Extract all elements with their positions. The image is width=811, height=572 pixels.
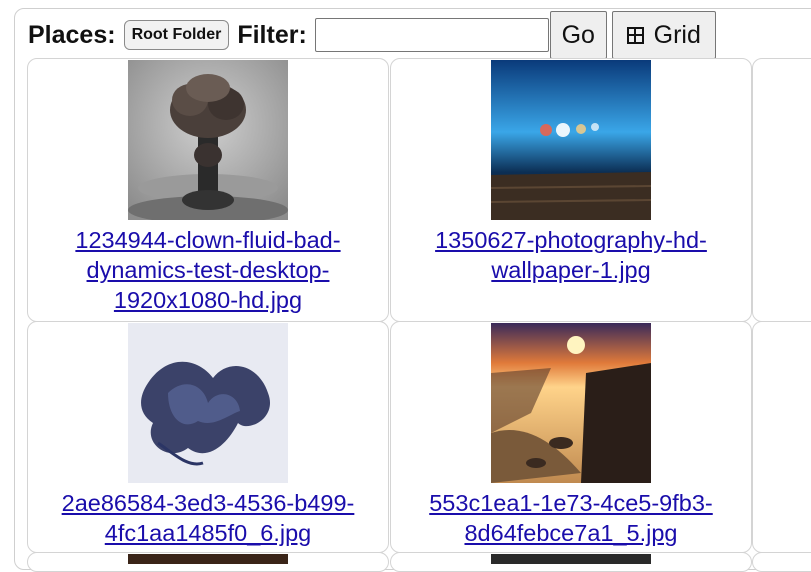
file-thumbnail[interactable]: [128, 554, 288, 564]
file-card[interactable]: [752, 321, 811, 553]
file-name-link[interactable]: 2ae86584-3ed3-4536-b499-4fc1aa1485f0_6.j…: [34, 488, 382, 548]
file-card[interactable]: [752, 58, 811, 322]
grid-view-button[interactable]: Grid: [611, 11, 716, 59]
file-thumbnail[interactable]: [491, 554, 651, 564]
go-button[interactable]: Go: [549, 11, 607, 59]
file-card[interactable]: [27, 552, 389, 572]
file-card[interactable]: 1350627-photography-hd-wallpaper-1.jpg: [390, 58, 752, 322]
file-card[interactable]: 553c1ea1-1e73-4ce5-9fb3-8d64febce7a1_5.j…: [390, 321, 752, 553]
filter-label: Filter:: [237, 20, 307, 49]
file-name-link[interactable]: 553c1ea1-1e73-4ce5-9fb3-8d64febce7a1_5.j…: [397, 488, 745, 548]
file-card[interactable]: 2ae86584-3ed3-4536-b499-4fc1aa1485f0_6.j…: [27, 321, 389, 553]
places-label: Places:: [28, 20, 116, 49]
root-folder-button[interactable]: Root Folder: [123, 20, 230, 50]
file-card[interactable]: 1234944-clown-fluid-bad-dynamics-test-de…: [27, 58, 389, 322]
file-name-link[interactable]: 1350627-photography-hd-wallpaper-1.jpg: [397, 225, 745, 285]
file-thumbnail[interactable]: [491, 323, 651, 483]
file-thumbnail[interactable]: [491, 60, 651, 220]
filter-input[interactable]: [314, 18, 549, 52]
file-card[interactable]: [752, 552, 811, 572]
toolbar: Places: Root Folder Filter: Go Grid: [28, 11, 716, 59]
grid-icon: [626, 26, 644, 44]
file-card[interactable]: [390, 552, 752, 572]
file-name-link[interactable]: 1234944-clown-fluid-bad-dynamics-test-de…: [34, 225, 382, 315]
grid-button-label: Grid: [653, 20, 701, 49]
file-thumbnail[interactable]: [128, 323, 288, 483]
file-thumbnail[interactable]: [128, 60, 288, 220]
